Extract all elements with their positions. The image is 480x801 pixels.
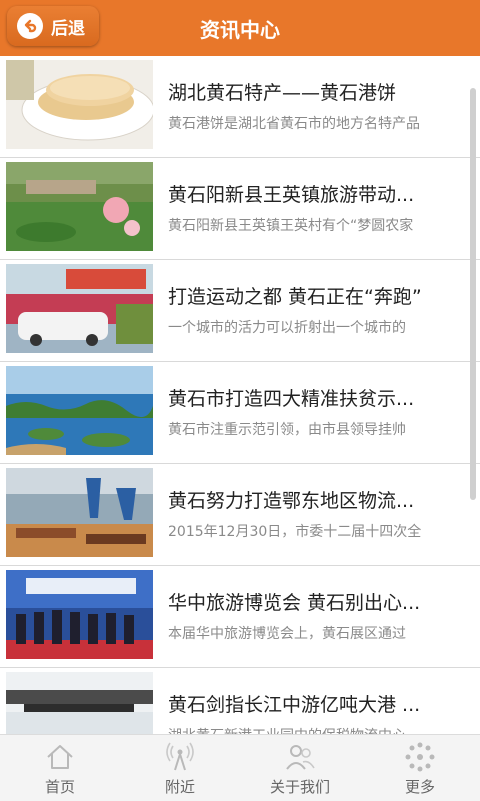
thumbnail-image <box>6 264 153 353</box>
back-button[interactable]: 后退 <box>7 6 99 46</box>
bottom-tab-bar: 首页 附近 关于我们 更多 <box>0 734 480 801</box>
item-summary: 2015年12月30日，市委十二届十四次全 <box>168 524 422 540</box>
scrollbar[interactable] <box>470 88 476 500</box>
thumbnail-image <box>6 366 153 455</box>
more-dots-icon <box>405 742 435 771</box>
people-icon <box>286 744 315 770</box>
header-bar: 后退 资讯中心 <box>0 0 480 56</box>
tab-label: 关于我们 <box>269 777 330 796</box>
list-item[interactable]: 黄石市打造四大精准扶贫示... 黄石市注重示范引领，由市县领导挂帅 <box>0 362 480 464</box>
item-title: 黄石努力打造鄂东地区物流... <box>168 490 415 512</box>
thumbnail-image <box>6 672 153 734</box>
item-title: 黄石市打造四大精准扶贫示... <box>168 388 415 410</box>
back-button-label: 后退 <box>51 18 85 39</box>
tab-label: 更多 <box>404 777 435 796</box>
thumbnail-image <box>6 468 153 557</box>
tab-more[interactable]: 更多 <box>360 735 480 801</box>
item-title: 黄石剑指长江中游亿吨大港 ... <box>168 694 421 716</box>
thumbnail-image <box>6 570 153 659</box>
tab-home[interactable]: 首页 <box>0 735 120 801</box>
thumbnail-image <box>6 60 153 149</box>
back-arrow-icon <box>17 13 43 39</box>
item-summary: 湖北黄石新港工业园中的保税物流中心 <box>168 725 448 734</box>
list-item[interactable]: 黄石剑指长江中游亿吨大港 ... 湖北黄石新港工业园中的保税物流中心 <box>0 668 480 734</box>
list-item[interactable]: 黄石努力打造鄂东地区物流... 2015年12月30日，市委十二届十四次全 <box>0 464 480 566</box>
tab-label: 附近 <box>164 777 195 796</box>
thumbnail-image <box>6 162 153 251</box>
item-title: 打造运动之都 黄石正在“奔跑” <box>168 286 422 308</box>
news-list[interactable]: 湖北黄石特产——黄石港饼 黄石港饼是湖北省黄石市的地方名特产品 黄石阳新县王英镇… <box>0 56 480 734</box>
item-title: 湖北黄石特产——黄石港饼 <box>168 82 397 104</box>
tab-about-us[interactable]: 关于我们 <box>240 735 360 801</box>
list-item[interactable]: 黄石阳新县王英镇旅游带动... 黄石阳新县王英镇王英村有个“梦圆农家 <box>0 158 480 260</box>
item-summary: 黄石阳新县王英镇王英村有个“梦圆农家 <box>168 218 414 234</box>
tab-label: 首页 <box>44 777 75 796</box>
item-summary: 黄石港饼是湖北省黄石市的地方名特产品 <box>168 116 420 132</box>
item-summary: 黄石市注重示范引领，由市县领导挂帅 <box>168 422 406 438</box>
signal-tower-icon <box>166 742 194 770</box>
list-item[interactable]: 华中旅游博览会 黄石别出心... 本届华中旅游博览会上，黄石展区通过 <box>0 566 480 668</box>
list-item[interactable]: 打造运动之都 黄石正在“奔跑” 一个城市的活力可以折射出一个城市的 <box>0 260 480 362</box>
list-item[interactable]: 湖北黄石特产——黄石港饼 黄石港饼是湖北省黄石市的地方名特产品 <box>0 56 480 158</box>
item-title: 黄石阳新县王英镇旅游带动... <box>168 184 415 206</box>
item-title: 华中旅游博览会 黄石别出心... <box>168 592 421 614</box>
page-title: 资讯中心 <box>200 17 280 42</box>
item-summary: 一个城市的活力可以折射出一个城市的 <box>168 320 406 336</box>
home-icon <box>47 744 73 769</box>
item-summary: 本届华中旅游博览会上，黄石展区通过 <box>168 626 406 642</box>
tab-nearby[interactable]: 附近 <box>120 735 240 801</box>
